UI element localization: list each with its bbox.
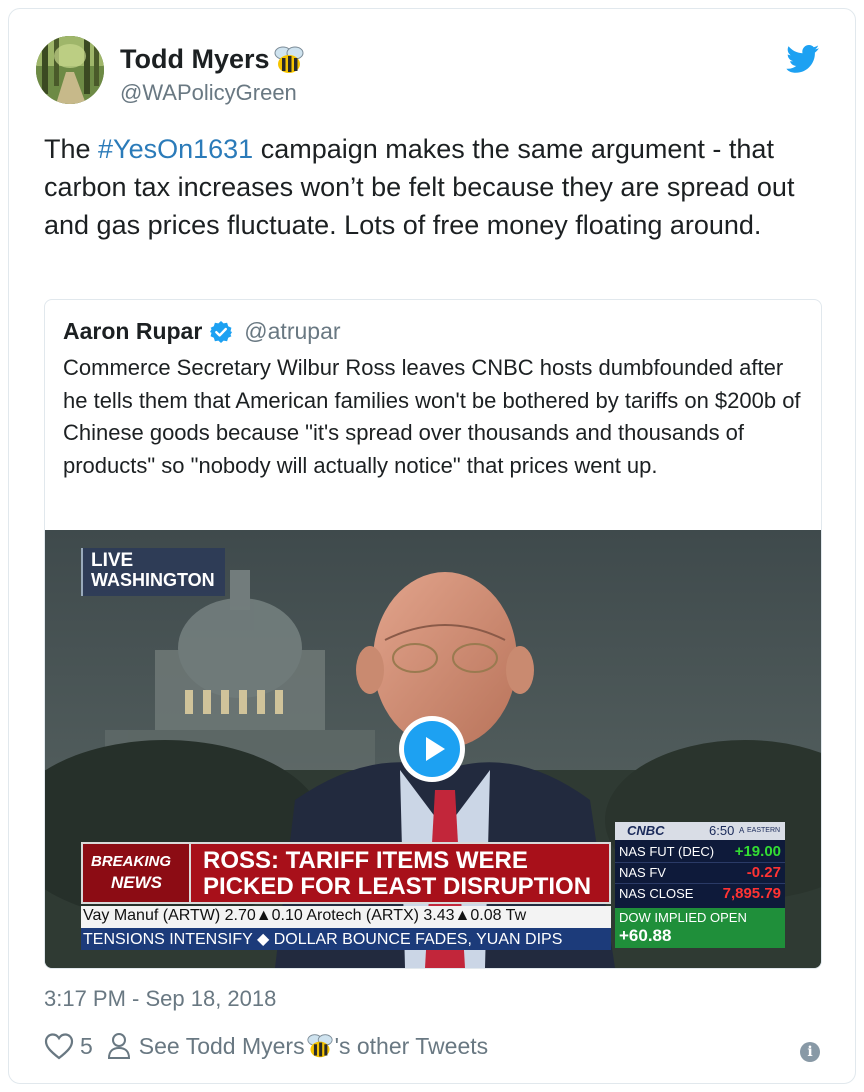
tweet-actions: 5 See Todd Myers 's other Tweets	[44, 1032, 488, 1060]
author-handle[interactable]: @WAPolicyGreen	[120, 80, 297, 106]
market-panel: CNBC 6:50 A EASTERN NAS FUT (DEC) +19.00…	[615, 822, 785, 948]
hashtag-link[interactable]: #YesOn1631	[98, 134, 253, 164]
see-other-tweets-link[interactable]: See Todd Myers 's other Tweets	[139, 1033, 488, 1060]
author-avatar[interactable]	[36, 36, 104, 104]
bee-emoji-icon	[307, 1034, 333, 1058]
stock-ticker: Vay Manuf (ARTW) 2.70▲0.10 Arotech (ARTX…	[81, 906, 611, 928]
person-icon	[107, 1033, 130, 1059]
author-name[interactable]: Todd Myers	[120, 44, 306, 75]
play-button[interactable]	[399, 716, 465, 782]
market-row: NAS FUT (DEC) +19.00	[615, 842, 785, 863]
quoted-text: Commerce Secretary Wilbur Ross leaves CN…	[63, 355, 801, 478]
cnbc-logo: CNBC	[627, 823, 665, 838]
cnbc-header: CNBC 6:50 A EASTERN	[615, 822, 785, 840]
avatar-image	[36, 36, 104, 104]
play-icon	[426, 737, 445, 761]
like-count[interactable]: 5	[80, 1033, 93, 1060]
video-player[interactable]: LIVE WASHINGTON BREAKING NEWS ROSS: TARI…	[45, 530, 821, 968]
twitter-bird-icon[interactable]	[786, 44, 820, 74]
breaking-news-bar: BREAKING NEWS ROSS: TARIFF ITEMS WERE PI…	[81, 842, 611, 904]
live-badge: LIVE WASHINGTON	[81, 548, 225, 596]
verified-badge-icon	[210, 320, 233, 343]
like-heart-icon[interactable]	[44, 1032, 74, 1060]
market-row: NAS CLOSE 7,895.79	[619, 885, 781, 902]
bee-emoji-icon	[274, 46, 304, 73]
quoted-handle: @atrupar	[244, 318, 341, 344]
market-rows: NAS FUT (DEC) +19.00 NAS FV -0.27 NAS CL…	[615, 842, 785, 905]
tweet-text: The #YesOn1631 campaign makes the same a…	[44, 134, 795, 240]
quoted-tweet[interactable]: Aaron Rupar @atrupar Commerce Secretary …	[44, 299, 822, 969]
breaking-news-label: BREAKING NEWS	[83, 844, 191, 902]
news-crawl: TENSIONS INTENSIFY ◆ DOLLAR BOUNCE FADES…	[81, 928, 611, 950]
tweet-timestamp[interactable]: 3:17 PM - Sep 18, 2018	[44, 986, 276, 1012]
info-icon[interactable]: i	[800, 1042, 820, 1062]
market-row: NAS FV -0.27	[615, 863, 785, 884]
quoted-author[interactable]: Aaron Rupar @atrupar	[63, 318, 341, 345]
dow-box: DOW IMPLIED OPEN +60.88	[615, 908, 785, 948]
